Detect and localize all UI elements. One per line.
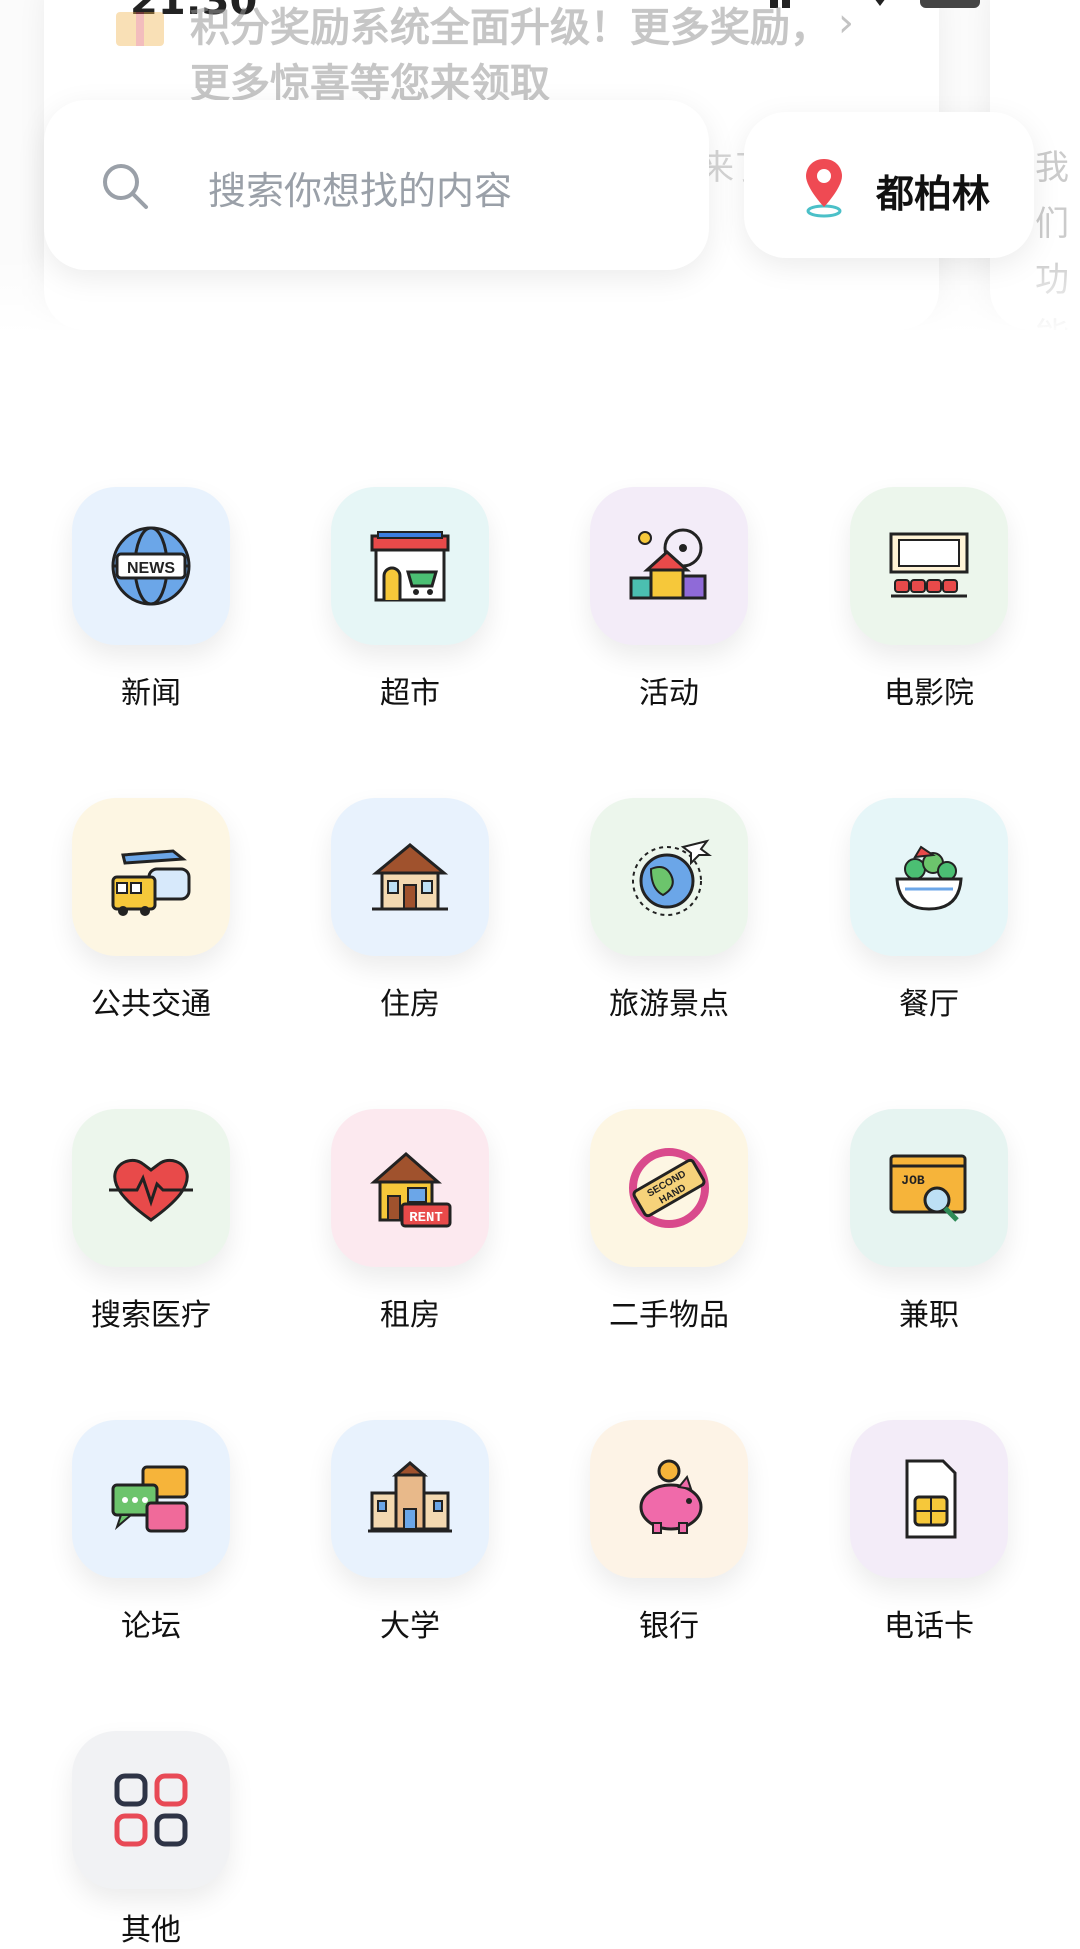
chevron-right-icon: ›: [838, 0, 854, 46]
travel-globe-icon: [632, 839, 712, 916]
category-label: 电影院: [884, 676, 974, 711]
category-label: 兼职: [899, 1298, 959, 1333]
category-label: 公共交通: [91, 987, 211, 1022]
house-icon: [371, 843, 449, 911]
category-label: 搜索医疗: [91, 1298, 211, 1333]
category-label: 超市: [380, 676, 440, 711]
category-part-time-tile[interactable]: JOB: [850, 1109, 1008, 1267]
second-hand-icon: SECOND HAND: [629, 1148, 709, 1228]
location-pin-icon: [806, 159, 842, 218]
category-forum-tile[interactable]: [72, 1420, 230, 1578]
category-label: 住房: [380, 987, 440, 1022]
category-label: 论坛: [121, 1609, 181, 1644]
job-search-icon: JOB: [889, 1154, 967, 1222]
banner-text: 积分奖励系统全面升级！更多奖励，更多惊喜等您来领取: [190, 5, 830, 107]
search-icon: [103, 164, 148, 209]
svg-text:RENT: RENT: [409, 1210, 443, 1226]
category-more-tile[interactable]: [72, 1731, 230, 1889]
category-label: 其他: [121, 1913, 181, 1948]
chat-bubbles-icon: [111, 1465, 189, 1533]
category-label: 餐厅: [899, 987, 959, 1022]
rent-house-icon: RENT: [370, 1152, 452, 1228]
search-placeholder[interactable]: 搜索你想找的内容: [208, 160, 512, 215]
gift-icon: [116, 12, 164, 46]
news-globe-icon: NEWS: [111, 526, 191, 606]
transport-icon: [111, 849, 191, 916]
svg-text:JOB: JOB: [901, 1173, 925, 1188]
category-cinema-tile[interactable]: [850, 487, 1008, 645]
category-supermarket-tile[interactable]: [331, 487, 489, 645]
category-rent-tile[interactable]: RENT: [331, 1109, 489, 1267]
category-label: 银行: [639, 1609, 699, 1644]
svg-text:NEWS: NEWS: [127, 560, 175, 577]
category-university-tile[interactable]: [331, 1420, 489, 1578]
salad-bowl-icon: [895, 845, 963, 911]
category-restaurant-tile[interactable]: [850, 798, 1008, 956]
supermarket-icon: [370, 531, 450, 602]
category-transport-tile[interactable]: [72, 798, 230, 956]
category-medical-tile[interactable]: [72, 1109, 230, 1267]
heart-pulse-icon: [109, 1158, 193, 1222]
category-label: 旅游景点: [609, 987, 729, 1022]
university-icon: [368, 1461, 452, 1533]
category-news-tile[interactable]: NEWS: [72, 487, 230, 645]
category-sim-card-tile[interactable]: [850, 1420, 1008, 1578]
location-city: 都柏林: [876, 172, 991, 216]
category-label: 新闻: [121, 676, 181, 711]
category-label: 活动: [639, 676, 699, 711]
category-housing-tile[interactable]: [331, 798, 489, 956]
category-second-hand-tile[interactable]: SECOND HAND: [590, 1109, 748, 1267]
category-bank-tile[interactable]: [590, 1420, 748, 1578]
category-events-tile[interactable]: [590, 487, 748, 645]
category-label: 租房: [380, 1298, 440, 1333]
category-label: 大学: [380, 1609, 440, 1644]
more-grid-icon: [114, 1773, 188, 1847]
cinema-icon: [889, 532, 969, 598]
category-label: 电话卡: [884, 1609, 974, 1644]
sim-card-icon: [905, 1459, 957, 1539]
category-attractions-tile[interactable]: [590, 798, 748, 956]
category-label: 二手物品: [609, 1298, 729, 1333]
piggy-bank-icon: [639, 1459, 703, 1534]
fairground-icon: [629, 528, 707, 600]
